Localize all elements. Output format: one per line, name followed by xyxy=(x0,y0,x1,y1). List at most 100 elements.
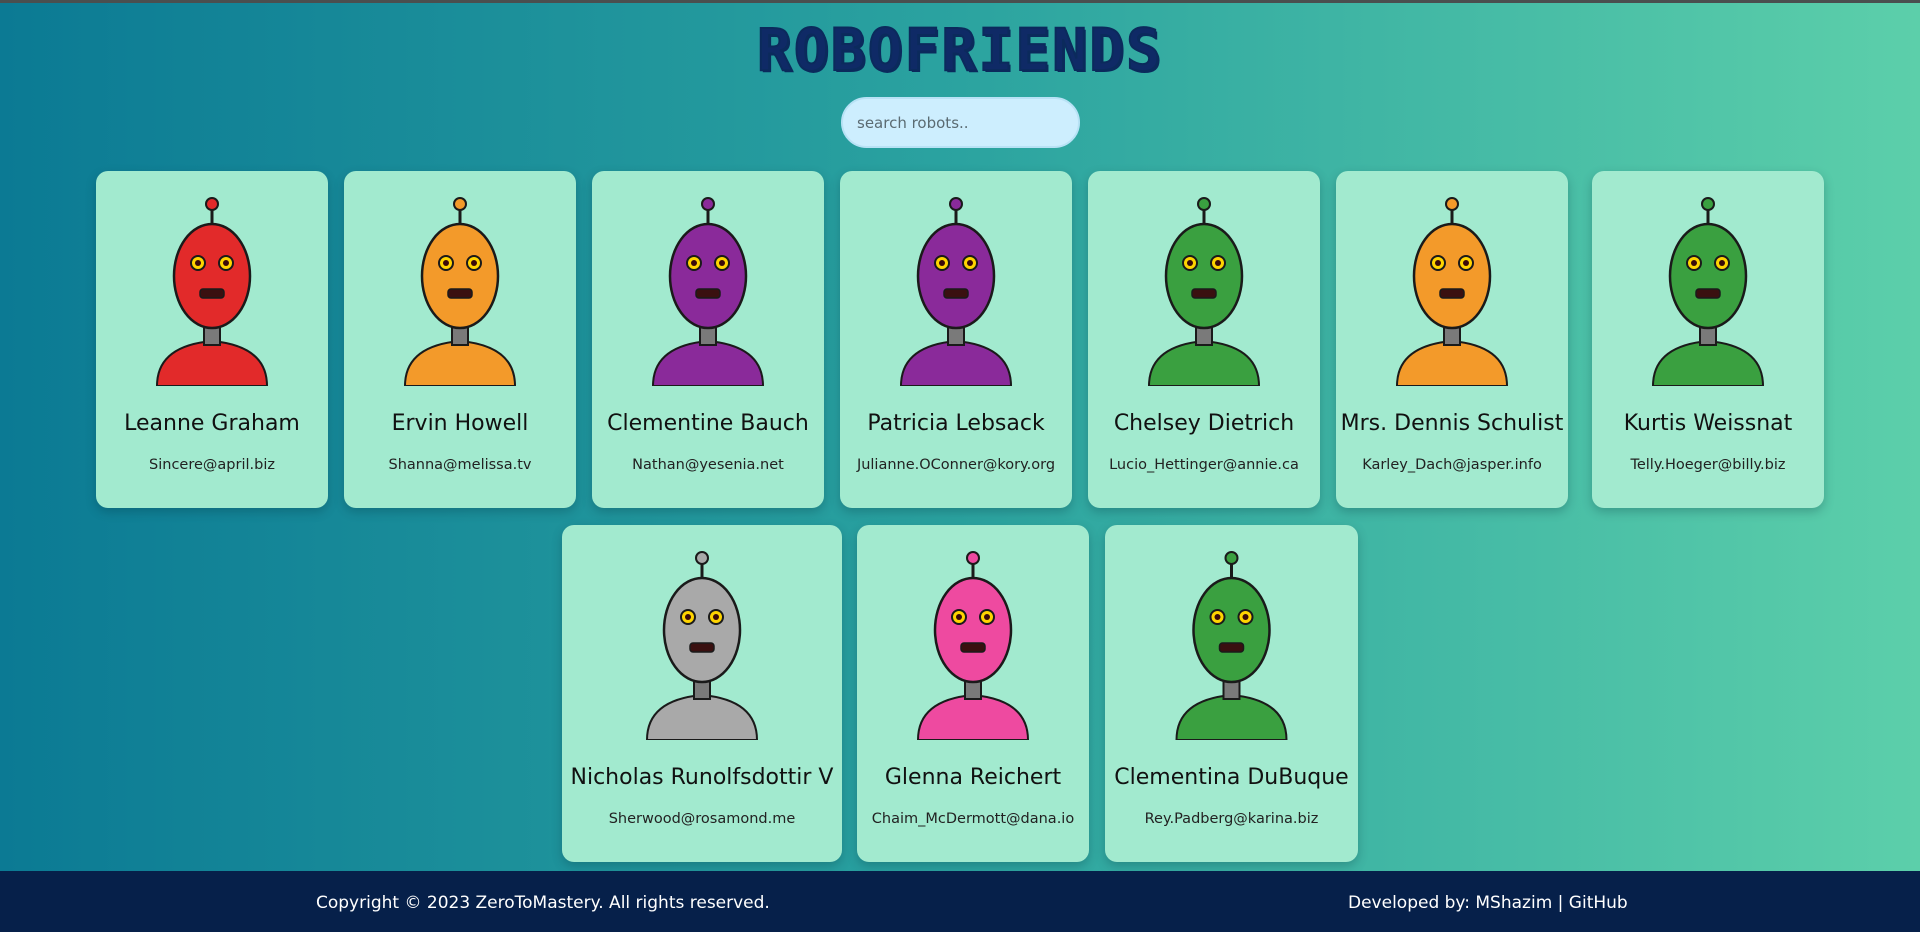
robot-mouth xyxy=(1191,288,1217,299)
robot-pupil xyxy=(223,260,229,266)
developer-link[interactable]: MShazim xyxy=(1475,893,1552,913)
robot-name: Mrs. Dennis Schulist xyxy=(1340,411,1564,436)
robot-card[interactable]: Nicholas Runolfsdottir V Sherwood@rosamo… xyxy=(562,525,842,862)
robot-mouth xyxy=(1218,642,1245,653)
robot-antenna-tip xyxy=(453,197,467,211)
robot-card[interactable]: Chelsey Dietrich Lucio_Hettinger@annie.c… xyxy=(1088,171,1320,508)
robot-pupil xyxy=(1719,260,1725,266)
robot-email: Lucio_Hettinger@annie.ca xyxy=(1109,457,1299,473)
robot-name: Chelsey Dietrich xyxy=(1113,411,1295,436)
github-link[interactable]: GitHub xyxy=(1569,893,1628,913)
robot-name: Leanne Graham xyxy=(124,411,300,436)
robot-mouth xyxy=(960,642,986,653)
robot-name: Clementine Bauch xyxy=(607,411,809,436)
robot-avatar xyxy=(899,197,1013,386)
robot-antenna-tip xyxy=(1701,197,1715,211)
robot-pupil xyxy=(685,614,691,620)
robot-mouth xyxy=(943,288,969,299)
robot-card[interactable]: Leanne Graham Sincere@april.biz xyxy=(96,171,328,508)
robot-head xyxy=(1192,576,1271,684)
robot-card[interactable]: Mrs. Dennis Schulist Karley_Dach@jasper.… xyxy=(1336,171,1568,508)
robot-antenna-tip xyxy=(1197,197,1211,211)
robot-email: Telly.Hoeger@billy.biz xyxy=(1630,457,1786,473)
robot-card[interactable]: Kurtis Weissnat Telly.Hoeger@billy.biz xyxy=(1592,171,1824,508)
robot-antenna-tip xyxy=(695,551,709,565)
robot-body xyxy=(1651,339,1765,386)
robot-email: Nathan@yesenia.net xyxy=(632,457,784,473)
robot-body xyxy=(916,693,1030,740)
robot-card[interactable]: Patricia Lebsack Julianne.OConner@kory.o… xyxy=(840,171,1072,508)
robot-card[interactable]: Clementine Bauch Nathan@yesenia.net xyxy=(592,171,824,508)
robot-mouth xyxy=(1695,288,1721,299)
robot-email: Sherwood@rosamond.me xyxy=(608,811,796,827)
robot-name: Patricia Lebsack xyxy=(867,411,1045,436)
robot-antenna-tip xyxy=(205,197,219,211)
robot-body xyxy=(899,339,1013,386)
robot-pupil xyxy=(1435,260,1441,266)
robot-body xyxy=(403,339,517,386)
robot-head xyxy=(420,222,500,330)
robot-pupil xyxy=(713,614,719,620)
robot-mouth xyxy=(695,288,721,299)
robot-avatar xyxy=(1651,197,1765,386)
robot-avatar xyxy=(1395,197,1509,386)
robot-avatar xyxy=(1147,197,1261,386)
robot-avatar xyxy=(651,197,765,386)
robot-antenna-tip xyxy=(949,197,963,211)
robot-head xyxy=(933,576,1013,684)
robot-head xyxy=(1164,222,1244,330)
robot-head xyxy=(916,222,996,330)
robot-email: Sincere@april.biz xyxy=(149,457,275,473)
robot-avatar xyxy=(916,551,1030,740)
robot-antenna-tip xyxy=(701,197,715,211)
robot-body xyxy=(1147,339,1261,386)
robot-avatar xyxy=(1175,551,1288,740)
robot-pupil xyxy=(1463,260,1469,266)
separator: | xyxy=(1552,893,1569,913)
robot-pupil xyxy=(1214,614,1221,620)
robot-antenna-tip xyxy=(1224,551,1239,565)
developed-by-label: Developed by: xyxy=(1348,893,1476,913)
robot-name: Glenna Reichert xyxy=(884,765,1062,790)
robot-pupil xyxy=(967,260,973,266)
robot-pupil xyxy=(1215,260,1221,266)
robot-pupil xyxy=(1187,260,1193,266)
robot-mouth xyxy=(689,642,715,653)
robot-head xyxy=(668,222,748,330)
robot-body xyxy=(155,339,269,386)
robot-name: Kurtis Weissnat xyxy=(1623,411,1793,436)
robot-body xyxy=(1395,339,1509,386)
robot-body xyxy=(645,693,759,740)
robot-mouth xyxy=(1439,288,1465,299)
robot-name: Ervin Howell xyxy=(391,411,529,436)
robot-head xyxy=(1668,222,1748,330)
robot-mouth xyxy=(447,288,473,299)
robot-antenna-tip xyxy=(966,551,980,565)
robot-pupil xyxy=(195,260,201,266)
footer: Copyright © 2023 ZeroToMastery. All righ… xyxy=(0,871,1920,932)
robot-card[interactable]: Glenna Reichert Chaim_McDermott@dana.io xyxy=(857,525,1089,862)
top-border xyxy=(0,0,1920,3)
robot-email: Karley_Dach@jasper.info xyxy=(1362,457,1542,473)
robot-email: Rey.Padberg@karina.biz xyxy=(1144,811,1319,827)
copyright-text: Copyright © 2023 ZeroToMastery. All righ… xyxy=(316,893,770,913)
robot-head xyxy=(172,222,252,330)
robot-name: Nicholas Runolfsdottir V xyxy=(570,765,834,790)
robot-avatar xyxy=(403,197,517,386)
robot-name: Clementina DuBuque xyxy=(1114,765,1349,790)
robot-head xyxy=(1412,222,1492,330)
robot-email: Chaim_McDermott@dana.io xyxy=(871,811,1075,827)
robot-mouth xyxy=(199,288,225,299)
robot-pupil xyxy=(939,260,945,266)
robot-card[interactable]: Ervin Howell Shanna@melissa.tv xyxy=(344,171,576,508)
robot-pupil xyxy=(719,260,725,266)
robot-body xyxy=(651,339,765,386)
robot-avatar xyxy=(155,197,269,386)
robot-email: Shanna@melissa.tv xyxy=(388,457,532,473)
robot-pupil xyxy=(691,260,697,266)
robot-pupil xyxy=(1242,614,1249,620)
robot-card[interactable]: Clementina DuBuque Rey.Padberg@karina.bi… xyxy=(1105,525,1358,862)
robot-body xyxy=(1175,693,1288,740)
developer-credit: Developed by: MShazim | GitHub xyxy=(1348,893,1628,913)
search-input[interactable] xyxy=(841,97,1080,148)
